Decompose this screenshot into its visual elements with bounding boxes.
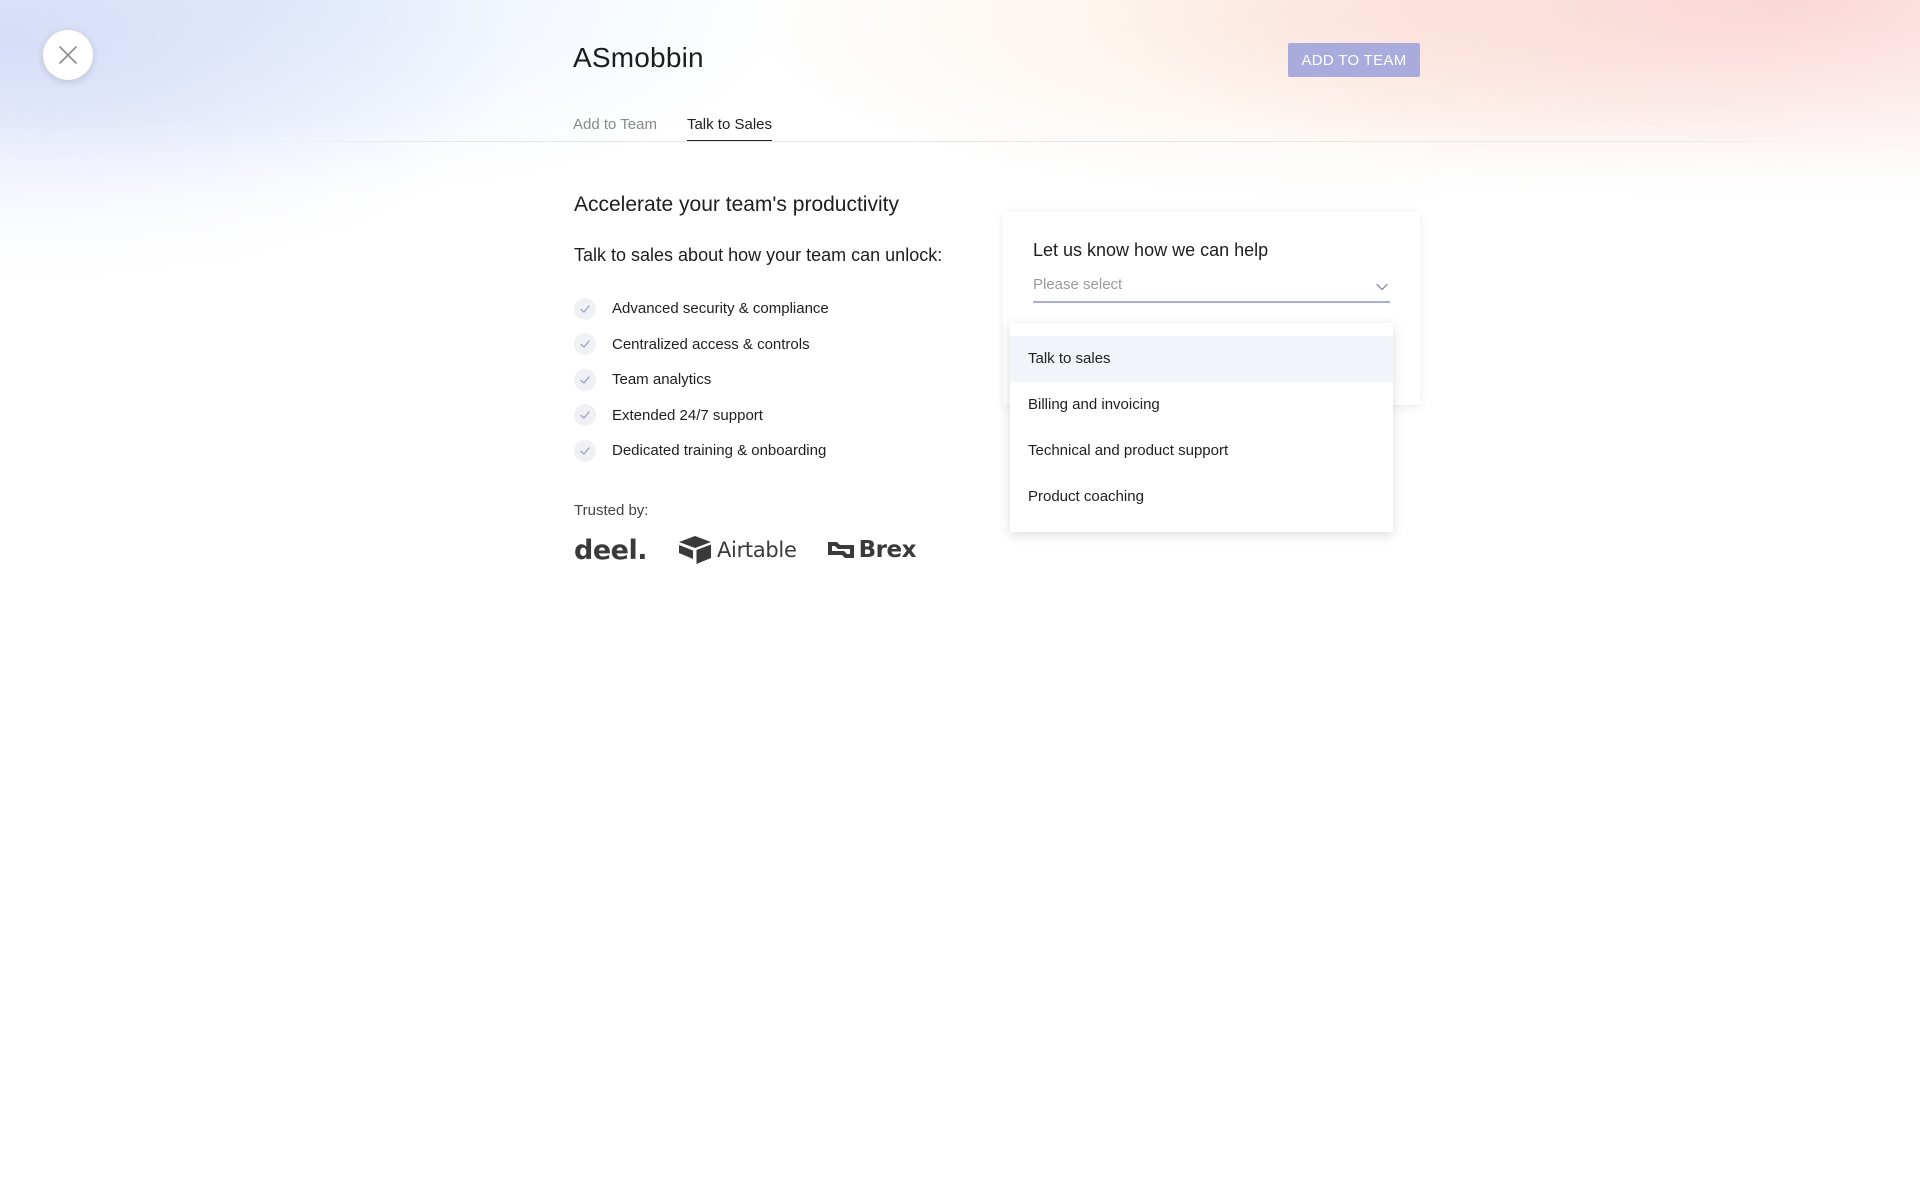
dropdown-option-talk-to-sales[interactable]: Talk to sales	[1010, 336, 1393, 382]
headline: Accelerate your team's productivity	[574, 193, 899, 216]
help-topic-dropdown: Talk to sales Billing and invoicing Tech…	[1010, 323, 1393, 532]
brex-icon	[827, 542, 854, 558]
tab-divider	[250, 141, 1820, 142]
tab-add-to-team[interactable]: Add to Team	[573, 116, 657, 142]
feature-label: Dedicated training & onboarding	[612, 442, 827, 460]
feature-label: Extended 24/7 support	[612, 406, 763, 424]
check-icon	[574, 297, 596, 320]
feature-label: Advanced security & compliance	[612, 300, 829, 318]
feature-item: Advanced security & compliance	[574, 291, 829, 327]
dropdown-option-product-coaching[interactable]: Product coaching	[1010, 474, 1393, 520]
feature-item: Extended 24/7 support	[574, 398, 829, 434]
feature-item: Centralized access & controls	[574, 327, 829, 363]
feature-label: Centralized access & controls	[612, 335, 810, 353]
select-placeholder: Please select	[1033, 276, 1123, 293]
trusted-by-label: Trusted by:	[574, 502, 649, 519]
tab-bar: Add to Team Talk to Sales	[573, 116, 802, 142]
feature-label: Team analytics	[612, 371, 712, 389]
tab-talk-to-sales[interactable]: Talk to Sales	[686, 116, 772, 142]
add-to-team-button[interactable]: ADD TO TEAM	[1288, 43, 1420, 77]
dropdown-option-billing[interactable]: Billing and invoicing	[1010, 382, 1393, 428]
help-topic-select[interactable]: Please select	[1033, 276, 1390, 303]
check-icon	[574, 439, 596, 462]
airtable-wordmark: Airtable	[716, 538, 797, 562]
deel-logo: deel.	[574, 534, 647, 566]
close-icon	[59, 46, 77, 64]
customer-logos: deel. Airtable Brex	[574, 532, 916, 568]
dropdown-option-technical-support[interactable]: Technical and product support	[1010, 428, 1393, 474]
brex-logo: Brex	[827, 537, 916, 563]
feature-item: Team analytics	[574, 362, 829, 398]
help-form-title: Let us know how we can help	[1033, 240, 1269, 260]
airtable-icon	[678, 536, 711, 564]
brex-wordmark: Brex	[858, 537, 917, 563]
check-icon	[574, 333, 596, 356]
feature-item: Dedicated training & onboarding	[574, 433, 829, 469]
airtable-logo: Airtable	[677, 535, 797, 565]
chevron-down-icon	[1376, 283, 1388, 291]
page-title: ASmobbin	[573, 42, 704, 73]
background-fade	[0, 0, 1920, 300]
feature-list: Advanced security & compliance Centraliz…	[574, 291, 829, 469]
close-button[interactable]	[43, 30, 93, 80]
check-icon	[574, 368, 596, 391]
check-icon	[574, 404, 596, 427]
page: ASmobbin ADD TO TEAM Add to Team Talk to…	[0, 0, 1920, 1200]
subheadline: Talk to sales about how your team can un…	[574, 245, 943, 265]
